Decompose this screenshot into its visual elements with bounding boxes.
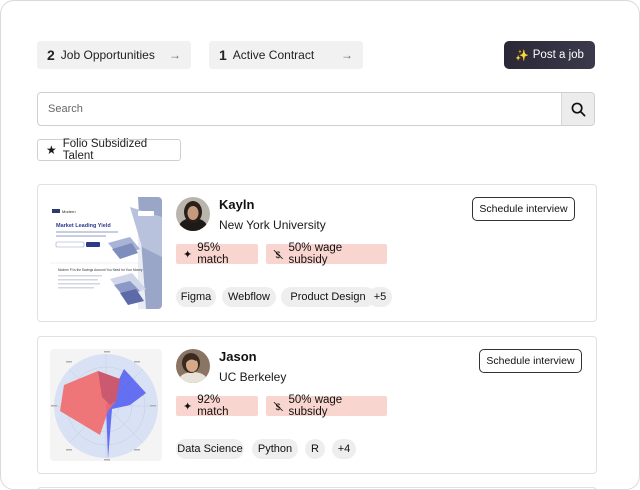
svg-text:$: $ — [276, 402, 281, 412]
avatar — [176, 197, 210, 231]
portfolio-thumbnail[interactable]: Modern Market Leading Yield Modern FI is… — [50, 197, 162, 309]
sparkle-icon: ✦ — [183, 400, 193, 413]
mockup-brand: Modern — [62, 209, 76, 214]
wage-subsidy-badge: $ 50% wage subsidy — [266, 242, 387, 266]
search-bar — [37, 92, 595, 126]
opportunities-label: Job Opportunities — [60, 48, 155, 62]
skill-chip: Data Science — [176, 439, 244, 459]
wage-label: 50% wage subsidy — [288, 394, 343, 418]
schedule-interview-button[interactable]: Schedule interview — [472, 197, 575, 221]
svg-text:Modern FI is the Savings Accou: Modern FI is the Savings Account You Nee… — [58, 268, 143, 272]
mockup-headline: Market Leading Yield — [56, 223, 111, 229]
dollar-slash-icon: $ — [273, 401, 283, 412]
search-input[interactable] — [38, 93, 561, 125]
match-label: 92% match — [197, 394, 229, 418]
mockup-tagline: Modern FI is the Savings Account You Nee… — [58, 268, 143, 272]
arrow-right-icon: → — [341, 48, 353, 62]
skill-chip: Product Design — [281, 287, 375, 307]
candidate-school: UC Berkeley — [219, 370, 287, 384]
skill-chip: Python — [252, 439, 298, 459]
match-badge: ✦ 92% match — [176, 394, 258, 418]
match-label: 95% match — [197, 242, 229, 266]
job-opportunities-link[interactable]: 2 Job Opportunities → — [37, 41, 191, 69]
skill-more-chip[interactable]: +5 — [368, 287, 392, 307]
app-frame: 2 Job Opportunities → 1 Active Contract … — [0, 0, 640, 490]
search-icon — [571, 102, 585, 116]
candidate-school: New York University — [219, 218, 326, 232]
active-contract-link[interactable]: 1 Active Contract → — [209, 41, 363, 69]
candidate-card[interactable]: Modern Market Leading Yield Modern FI is… — [37, 184, 597, 322]
contracts-label: Active Contract — [232, 48, 315, 62]
skill-chip: Figma — [176, 287, 216, 307]
candidate-card[interactable]: Jason UC Berkeley Schedule interview ✦ 9… — [37, 336, 597, 474]
skill-chip: R — [305, 439, 325, 459]
opportunities-count: 2 — [47, 47, 55, 63]
avatar — [176, 349, 210, 383]
match-badge: ✦ 95% match — [176, 242, 258, 266]
post-job-button[interactable]: ✨ Post a job — [504, 41, 595, 69]
wage-subsidy-badge: $ 50% wage subsidy — [266, 394, 387, 418]
skill-chip: Webflow — [222, 287, 276, 307]
schedule-interview-button[interactable]: Schedule interview — [479, 349, 582, 373]
sparkle-icon: ✨ — [515, 49, 529, 62]
skill-more-chip[interactable]: +4 — [332, 439, 356, 459]
wage-label: 50% wage subsidy — [288, 242, 343, 266]
candidate-name[interactable]: Kayln — [219, 197, 254, 212]
arrow-right-icon: → — [169, 48, 181, 62]
search-button[interactable] — [561, 93, 594, 125]
candidate-name[interactable]: Jason — [219, 349, 257, 364]
dollar-slash-icon: $ — [273, 249, 283, 260]
sparkle-icon: ✦ — [183, 248, 193, 261]
contracts-count: 1 — [219, 47, 227, 63]
svg-text:$: $ — [276, 250, 281, 260]
filter-subsidized-talent[interactable]: ★ Folio Subsidized Talent — [37, 138, 181, 162]
filter-label: Folio Subsidized Talent — [62, 138, 148, 162]
portfolio-thumbnail[interactable] — [50, 349, 162, 461]
post-job-label: Post a job — [532, 49, 584, 61]
star-icon: ★ — [46, 143, 57, 157]
